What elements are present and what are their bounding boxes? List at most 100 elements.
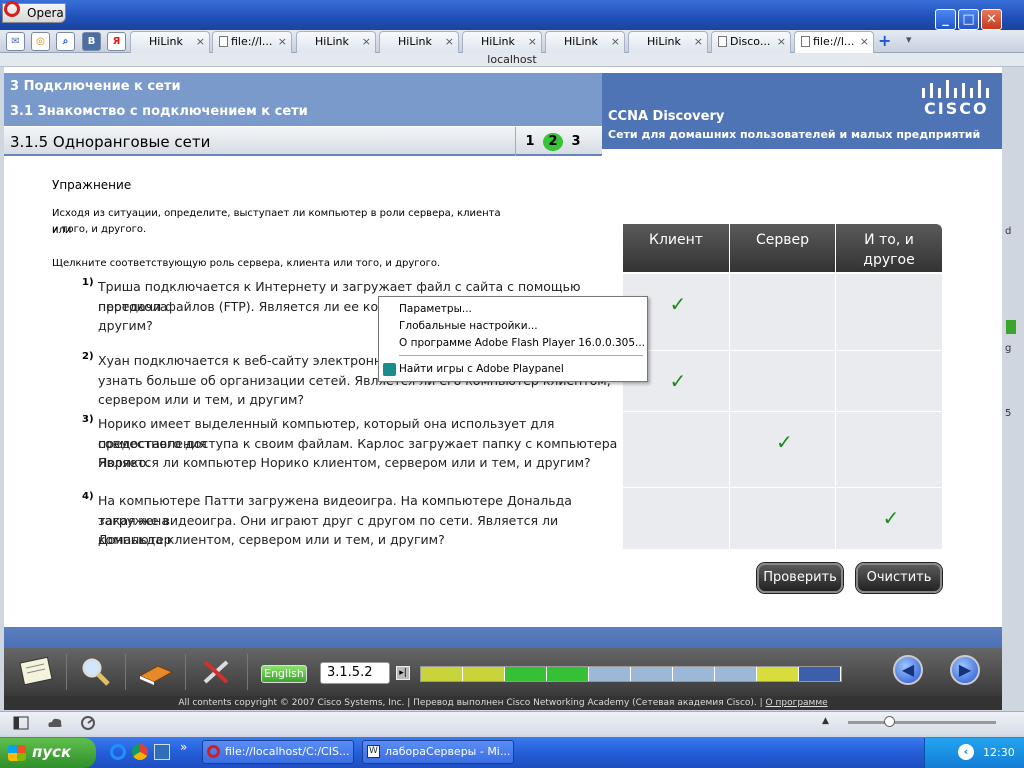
answer-cell-q3-c2[interactable]: ✓ (729, 411, 835, 487)
check-mark-icon: ✓ (669, 292, 687, 316)
progress-segment[interactable] (421, 667, 463, 681)
tab-close-icon[interactable]: × (196, 32, 205, 52)
zoom-slider-track[interactable] (848, 721, 996, 724)
opera-menu-label: Opera (27, 6, 64, 20)
panel-toggle-icon[interactable] (13, 716, 29, 730)
clock: 12:30 (983, 746, 1015, 759)
answer-cell-q2-c2[interactable] (729, 350, 835, 411)
quicklaunch-expand-icon[interactable]: » (180, 740, 187, 754)
notes-icon[interactable] (16, 654, 56, 690)
maximize-button[interactable]: □ (958, 9, 979, 30)
answer-cell-q3-c3[interactable] (835, 411, 942, 487)
progress-segment[interactable] (463, 667, 505, 681)
progress-segment[interactable] (631, 667, 673, 681)
check-button[interactable]: Проверить (757, 563, 843, 593)
progress-segment[interactable] (505, 667, 547, 681)
speed-dial-icon[interactable] (80, 715, 96, 731)
page-number-input[interactable]: 3.1.5.2 (320, 662, 390, 684)
tab-label: HiLink (398, 35, 432, 48)
toolbar-divider (247, 654, 248, 690)
close-window-button[interactable]: ✕ (981, 9, 1002, 30)
tab-close-icon[interactable]: × (611, 32, 620, 52)
menu-item-playpanel[interactable]: Найти игры с Adobe Playpanel (399, 363, 564, 375)
tab-close-icon[interactable]: × (362, 32, 371, 52)
subchapter-title: 3.1 Знакомство с подключением к сети (10, 104, 308, 119)
tab-5[interactable]: HiLink × (462, 31, 542, 53)
previous-page-button[interactable]: ◀ (893, 655, 923, 685)
tab-close-icon[interactable]: × (694, 32, 703, 52)
tab-close-icon[interactable]: × (445, 32, 454, 52)
flash-context-menu: Параметры... Глобальные настройки... О п… (378, 296, 648, 382)
menu-item-global-settings[interactable]: Глобальные настройки... (399, 320, 538, 332)
tab-2[interactable]: file://l... × (212, 31, 292, 53)
tab-label: file://l... (231, 35, 273, 48)
minimize-button[interactable]: _ (935, 9, 956, 30)
question-text-line: Дональда клиентом, сервером или и тем, и… (98, 532, 445, 547)
zoom-menu-icon[interactable]: ▲ (822, 716, 829, 726)
address-label: localhost (0, 53, 1024, 67)
tab-label: file://l... (813, 35, 855, 48)
course-progress-bar[interactable] (420, 666, 842, 682)
tab-close-icon[interactable]: × (528, 32, 537, 52)
opera-turbo-icon[interactable] (46, 716, 64, 730)
chrome-icon[interactable] (132, 744, 148, 760)
about-link[interactable]: О программе (766, 698, 828, 708)
taskbar-item-word[interactable]: лабораСерверы - Mi... (362, 740, 514, 764)
start-label: пуск (32, 743, 72, 761)
tab-4[interactable]: HiLink × (379, 31, 459, 53)
progress-segment[interactable] (547, 667, 589, 681)
answer-cell-q1-c2[interactable] (729, 273, 835, 350)
page-3-button[interactable]: 3 (566, 133, 586, 151)
tab-label: HiLink (149, 35, 183, 48)
product-subtitle: Сети для домашних пользователей и малых … (608, 128, 981, 141)
tab-6[interactable]: HiLink × (545, 31, 625, 53)
menu-item-settings[interactable]: Параметры... (399, 303, 472, 315)
language-button[interactable]: English (261, 665, 307, 683)
window-titlebar (0, 0, 1024, 30)
progress-segment[interactable] (715, 667, 757, 681)
next-page-button[interactable]: ▶ (950, 655, 980, 685)
answer-cell-q2-c3[interactable] (835, 350, 942, 411)
search-icon[interactable]: ⌕ (56, 32, 75, 51)
tab-close-icon[interactable]: × (777, 32, 786, 52)
opera-unite-icon[interactable]: ◎ (31, 32, 50, 51)
tab-3[interactable]: HiLink × (296, 31, 376, 53)
question-number: 2) (82, 351, 94, 362)
answer-cell-q4-c3[interactable]: ✓ (835, 487, 942, 549)
page-1-button[interactable]: 1 (520, 133, 540, 151)
progress-segment[interactable] (589, 667, 631, 681)
answer-cell-q1-c3[interactable] (835, 273, 942, 350)
yandex-icon[interactable]: Я (107, 32, 126, 51)
tab-close-icon[interactable]: × (860, 32, 869, 52)
clear-button[interactable]: Очистить (856, 563, 942, 593)
vk-icon[interactable]: В (82, 32, 101, 51)
goto-page-button[interactable]: ▸| (396, 666, 410, 680)
menu-item-about-flash[interactable]: О программе Adobe Flash Player 16.0.0.30… (399, 337, 645, 349)
book-icon[interactable] (136, 654, 176, 690)
page-2-button[interactable]: 2 (543, 133, 563, 151)
ie-icon[interactable] (110, 744, 126, 760)
answer-cell-q4-c1[interactable] (622, 487, 729, 549)
answer-cell-q3-c1[interactable] (622, 411, 729, 487)
chapter-title: 3 Подключение к сети (10, 79, 181, 94)
new-tab-button[interactable]: + (878, 31, 891, 50)
tab-close-icon[interactable]: × (278, 32, 287, 52)
answer-cell-q4-c2[interactable] (729, 487, 835, 549)
background-window-fragment: 5 (1005, 408, 1012, 419)
zoom-slider-handle[interactable] (884, 716, 895, 727)
desktop-icon[interactable] (154, 744, 170, 760)
taskbar-item-opera[interactable]: file://localhost/C:/CIS... (202, 740, 354, 764)
tab-1[interactable]: HiLink × (130, 31, 210, 53)
progress-segment[interactable] (799, 667, 841, 681)
tab-9[interactable]: file://l... × (794, 31, 874, 53)
magnifier-icon[interactable] (76, 654, 116, 690)
tab-7[interactable]: HiLink × (628, 31, 708, 53)
tray-arrow-icon[interactable]: ‹ (958, 744, 974, 760)
tab-8[interactable]: Disco... × (711, 31, 791, 53)
progress-segment[interactable] (757, 667, 799, 681)
progress-segment[interactable] (673, 667, 715, 681)
question-number: 1) (82, 277, 94, 288)
mail-icon[interactable]: ✉ (6, 32, 25, 51)
tools-icon[interactable] (197, 654, 237, 690)
tab-menu-button[interactable]: ▾ (906, 33, 912, 46)
